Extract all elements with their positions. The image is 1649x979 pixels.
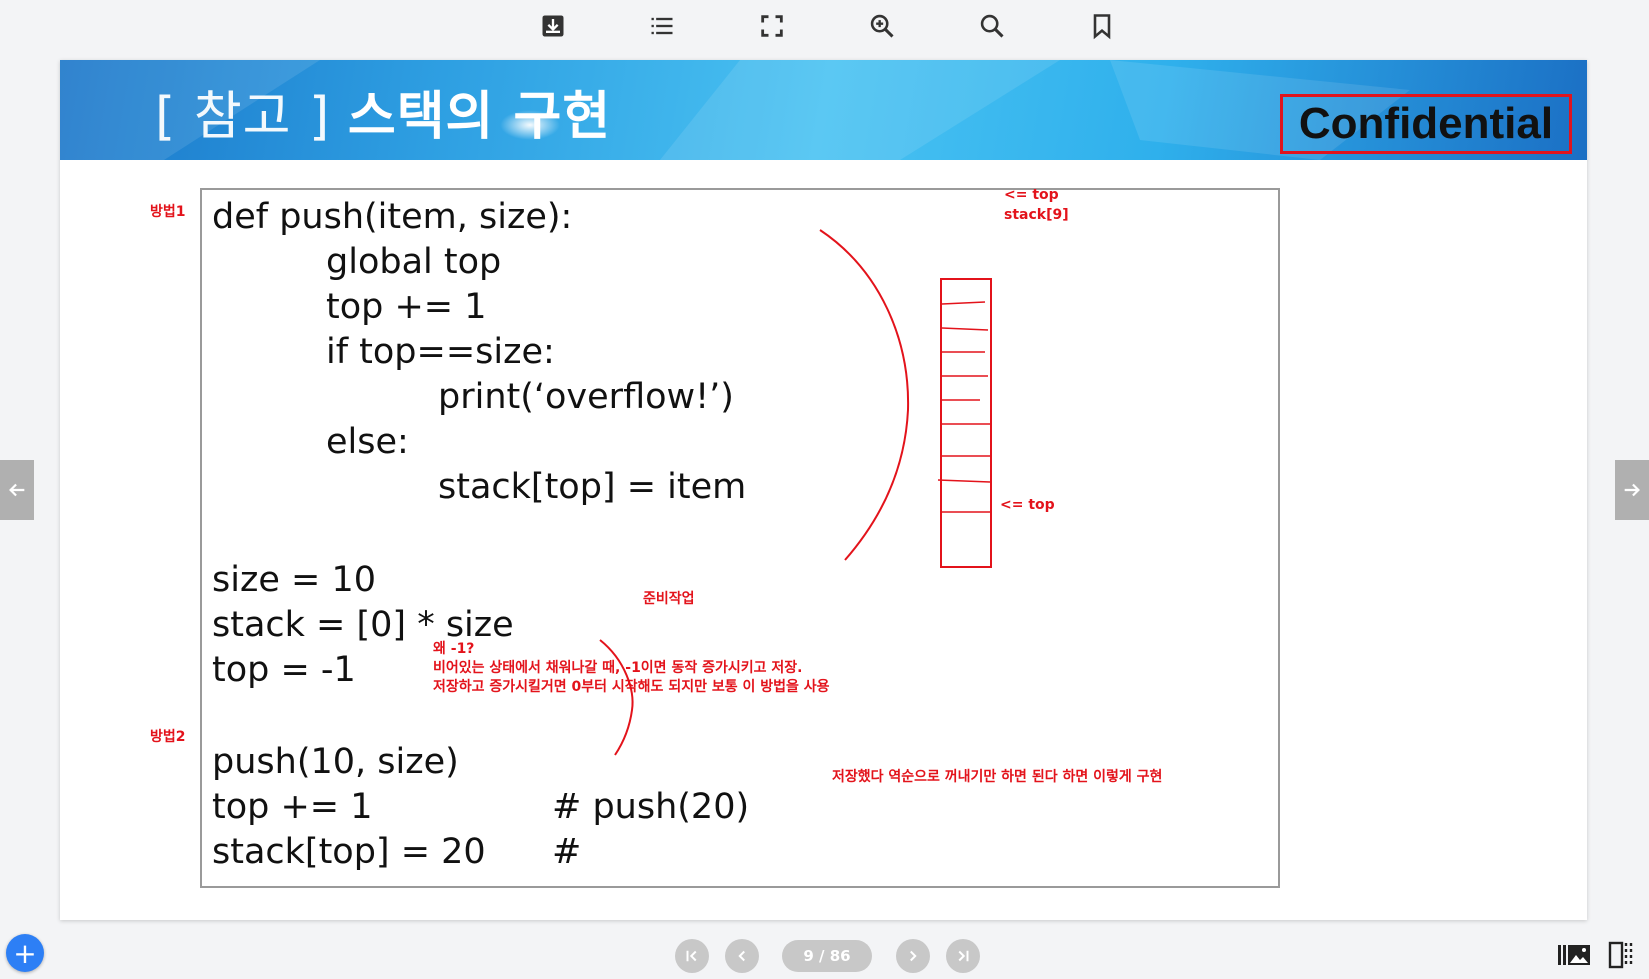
arrow-left-icon (9, 483, 25, 497)
prev-slide-arrow[interactable] (0, 460, 34, 520)
top-pointer-lower: <= top (1000, 497, 1055, 513)
slide-page: [ 참고 ] 스택의 구현 Confidential 방법1 방법2 def p… (60, 60, 1587, 920)
next-page-button[interactable] (896, 939, 930, 973)
prep-note: 준비작업 (643, 591, 695, 607)
last-page-icon (958, 950, 969, 962)
arrow-right-icon (1624, 483, 1640, 497)
zoom-in-icon[interactable] (864, 8, 900, 44)
bookmark-icon[interactable] (1084, 8, 1120, 44)
prev-page-button[interactable] (725, 939, 759, 973)
first-page-button[interactable] (675, 939, 709, 973)
handwritten-annotations (599, 229, 992, 756)
top-toolbar (0, 0, 1649, 54)
next-page-icon (910, 950, 917, 962)
first-page-icon (686, 950, 697, 962)
next-slide-arrow[interactable] (1615, 460, 1649, 520)
list-icon[interactable] (644, 8, 680, 44)
prev-page-icon (738, 950, 745, 962)
stack9-label: stack[9] (1004, 207, 1069, 223)
split-view-icon[interactable] (1604, 938, 1640, 972)
add-button[interactable]: + (6, 934, 44, 972)
fullscreen-icon[interactable] (754, 8, 790, 44)
download-icon[interactable] (535, 8, 571, 44)
stack-diagram (940, 278, 992, 568)
top-pointer-upper: <= top (1004, 187, 1059, 203)
page-indicator[interactable]: 9 / 86 (782, 940, 872, 972)
reverse-note: 저장했다 역순으로 꺼내기만 하면 된다 하면 이렇게 구현 (832, 769, 1163, 785)
why-minus-one-note: 왜 -1? 비어있는 상태에서 채워나갈 때, -1이면 동작 증가시키고 저장… (433, 641, 830, 695)
last-page-button[interactable] (946, 939, 980, 973)
gallery-view-icon[interactable] (1556, 938, 1592, 972)
search-icon[interactable] (974, 8, 1010, 44)
